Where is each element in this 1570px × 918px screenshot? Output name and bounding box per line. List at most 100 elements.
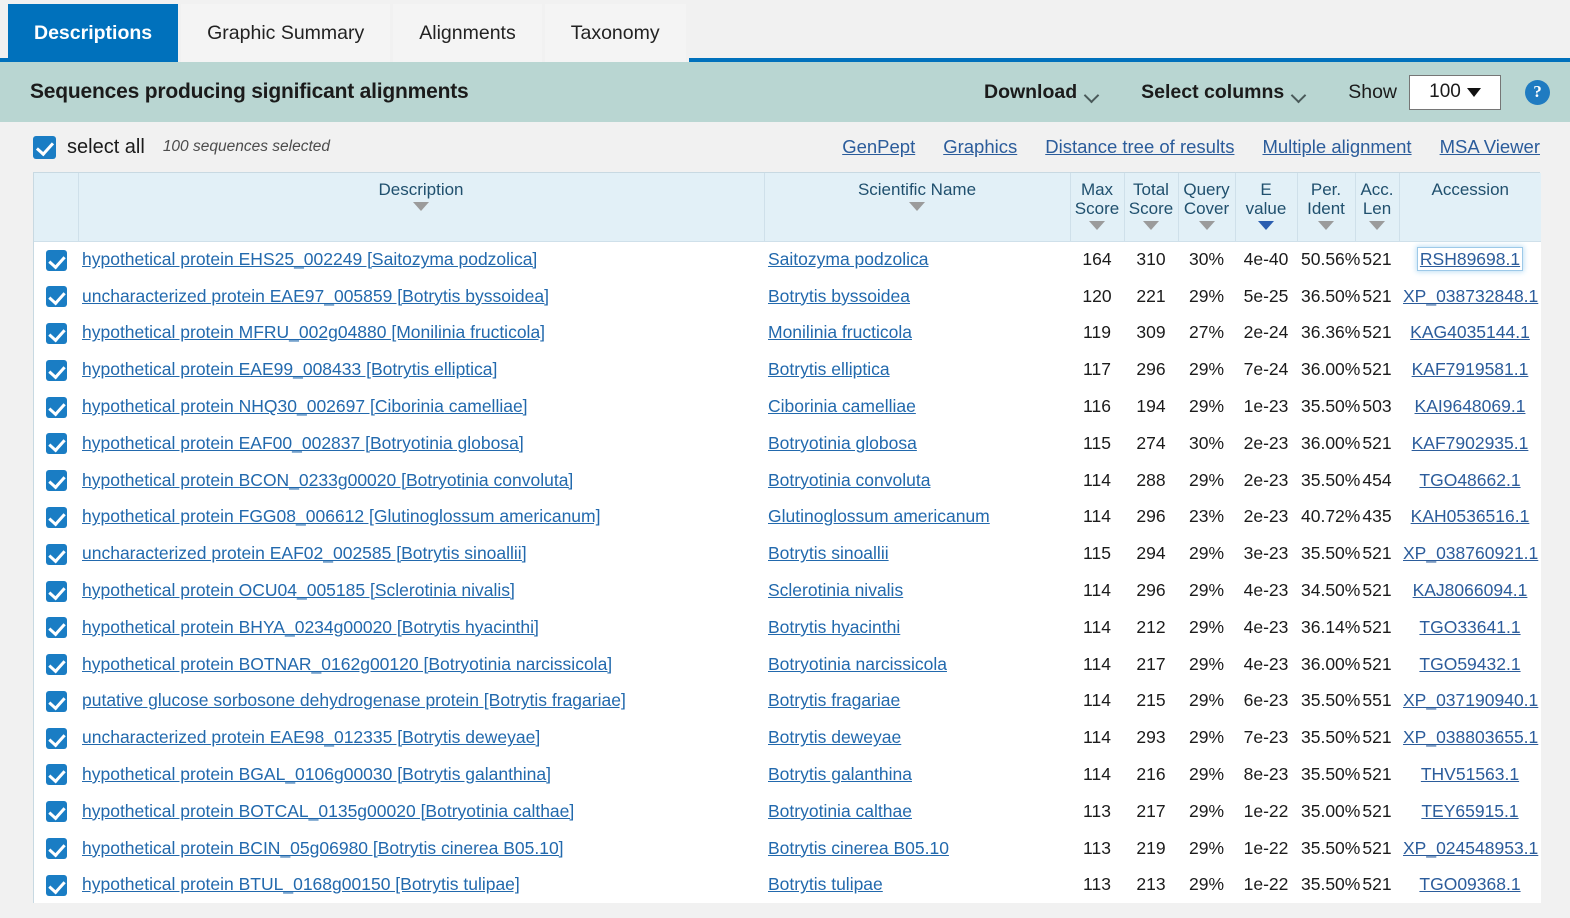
description-link[interactable]: hypothetical protein BTUL_0168g00150 [Bo… bbox=[82, 874, 520, 894]
row-checkbox[interactable] bbox=[45, 396, 67, 418]
scientific-name-link[interactable]: Botrytis sinoallii bbox=[768, 543, 889, 563]
accession-link[interactable]: XP_038803655.1 bbox=[1403, 727, 1538, 747]
scientific-name-link[interactable]: Botrytis tulipae bbox=[768, 874, 883, 894]
column-header-qc[interactable]: Query Cover bbox=[1178, 173, 1236, 242]
column-header-al[interactable]: Acc. Len bbox=[1355, 173, 1400, 242]
row-checkbox[interactable] bbox=[45, 322, 67, 344]
tab-taxonomy[interactable]: Taxonomy bbox=[544, 4, 689, 62]
accession-link[interactable]: RSH89698.1 bbox=[1416, 247, 1524, 272]
description-link[interactable]: hypothetical protein EAF00_002837 [Botry… bbox=[82, 433, 524, 453]
scientific-name-link[interactable]: Botryotinia convoluta bbox=[768, 470, 930, 490]
sort-descending-icon[interactable] bbox=[1143, 221, 1159, 231]
row-checkbox[interactable] bbox=[45, 764, 67, 786]
scientific-name-link[interactable]: Glutinoglossum americanum bbox=[768, 506, 990, 526]
scientific-name-link[interactable]: Botryotinia globosa bbox=[768, 433, 917, 453]
description-link[interactable]: hypothetical protein BGAL_0106g00030 [Bo… bbox=[82, 764, 551, 784]
tool-link-msa-viewer[interactable]: MSA Viewer bbox=[1440, 136, 1540, 158]
row-checkbox[interactable] bbox=[45, 286, 67, 308]
sort-descending-icon[interactable] bbox=[1258, 221, 1274, 231]
tool-link-multiple-alignment[interactable]: Multiple alignment bbox=[1262, 136, 1411, 158]
accession-link[interactable]: KAH0536516.1 bbox=[1411, 506, 1530, 526]
description-link[interactable]: hypothetical protein BCIN_05g06980 [Botr… bbox=[82, 838, 564, 858]
row-checkbox[interactable] bbox=[45, 543, 67, 565]
description-link[interactable]: hypothetical protein NHQ30_002697 [Cibor… bbox=[82, 396, 528, 416]
row-checkbox[interactable] bbox=[45, 838, 67, 860]
accession-link[interactable]: TGO33641.1 bbox=[1419, 617, 1520, 637]
description-link[interactable]: hypothetical protein OCU04_005185 [Scler… bbox=[82, 580, 515, 600]
description-link[interactable]: hypothetical protein EHS25_002249 [Saito… bbox=[82, 249, 537, 269]
accession-link[interactable]: TGO09368.1 bbox=[1419, 874, 1520, 894]
row-checkbox[interactable] bbox=[45, 617, 67, 639]
description-link[interactable]: putative glucose sorbosone dehydrogenase… bbox=[82, 690, 626, 710]
description-link[interactable]: hypothetical protein BCON_0233g00020 [Bo… bbox=[82, 470, 573, 490]
help-icon[interactable]: ? bbox=[1525, 79, 1550, 105]
tool-link-graphics[interactable]: Graphics bbox=[943, 136, 1017, 158]
column-header-tot[interactable]: Total Score bbox=[1124, 173, 1179, 242]
accession-link[interactable]: KAG4035144.1 bbox=[1410, 322, 1530, 342]
scientific-name-link[interactable]: Sclerotinia nivalis bbox=[768, 580, 903, 600]
accession-link[interactable]: TGO59432.1 bbox=[1419, 654, 1520, 674]
scientific-name-link[interactable]: Botrytis deweyae bbox=[768, 727, 901, 747]
accession-link[interactable]: XP_037190940.1 bbox=[1403, 690, 1538, 710]
column-header-pi[interactable]: Per. Ident bbox=[1297, 173, 1356, 242]
description-link[interactable]: hypothetical protein BOTCAL_0135g00020 [… bbox=[82, 801, 574, 821]
sort-descending-icon[interactable] bbox=[1089, 221, 1105, 231]
show-count-select[interactable]: 100 bbox=[1409, 74, 1501, 110]
scientific-name-link[interactable]: Botrytis hyacinthi bbox=[768, 617, 900, 637]
scientific-name-link[interactable]: Botrytis galanthina bbox=[768, 764, 912, 784]
row-checkbox[interactable] bbox=[45, 801, 67, 823]
column-header-max[interactable]: Max Score bbox=[1070, 173, 1125, 242]
scientific-name-link[interactable]: Monilinia fructicola bbox=[768, 322, 912, 342]
row-checkbox[interactable] bbox=[45, 690, 67, 712]
column-header-sci[interactable]: Scientific Name bbox=[764, 173, 1071, 242]
column-header-ev[interactable]: Evalue bbox=[1235, 173, 1298, 242]
sort-descending-icon[interactable] bbox=[909, 202, 925, 212]
accession-link[interactable]: THV51563.1 bbox=[1421, 764, 1519, 784]
row-checkbox[interactable] bbox=[45, 654, 67, 676]
row-checkbox[interactable] bbox=[45, 470, 67, 492]
row-checkbox[interactable] bbox=[45, 359, 67, 381]
row-checkbox[interactable] bbox=[45, 506, 67, 528]
sort-descending-icon[interactable] bbox=[413, 202, 429, 212]
description-link[interactable]: uncharacterized protein EAE97_005859 [Bo… bbox=[82, 286, 549, 306]
description-link[interactable]: uncharacterized protein EAF02_002585 [Bo… bbox=[82, 543, 527, 563]
accession-link[interactable]: XP_024548953.1 bbox=[1403, 838, 1538, 858]
download-menu[interactable]: Download bbox=[984, 81, 1099, 104]
sort-descending-icon[interactable] bbox=[1369, 221, 1385, 231]
row-checkbox[interactable] bbox=[45, 727, 67, 749]
description-link[interactable]: hypothetical protein MFRU_002g04880 [Mon… bbox=[82, 322, 545, 342]
description-link[interactable]: hypothetical protein BOTNAR_0162g00120 [… bbox=[82, 654, 612, 674]
select-all-checkbox[interactable] bbox=[33, 135, 56, 159]
tool-link-genpept[interactable]: GenPept bbox=[842, 136, 915, 158]
scientific-name-link[interactable]: Saitozyma podzolica bbox=[768, 249, 929, 269]
accession-link[interactable]: TEY65915.1 bbox=[1421, 801, 1518, 821]
scientific-name-link[interactable]: Botrytis cinerea B05.10 bbox=[768, 838, 949, 858]
scientific-name-link[interactable]: Botrytis fragariae bbox=[768, 690, 900, 710]
row-checkbox[interactable] bbox=[45, 874, 67, 896]
accession-link[interactable]: XP_038760921.1 bbox=[1403, 543, 1538, 563]
sort-descending-icon[interactable] bbox=[1198, 221, 1215, 231]
scientific-name-link[interactable]: Ciborinia camelliae bbox=[768, 396, 916, 416]
column-header-desc[interactable]: Description bbox=[78, 173, 765, 242]
scientific-name-link[interactable]: Botryotinia narcissicola bbox=[768, 654, 947, 674]
description-link[interactable]: hypothetical protein EAE99_008433 [Botry… bbox=[82, 359, 497, 379]
accession-link[interactable]: XP_038732848.1 bbox=[1403, 286, 1538, 306]
row-checkbox[interactable] bbox=[45, 433, 67, 455]
tab-graphic-summary[interactable]: Graphic Summary bbox=[181, 4, 394, 62]
select-columns-menu[interactable]: Select columns bbox=[1141, 81, 1306, 104]
row-checkbox[interactable] bbox=[45, 580, 67, 602]
accession-link[interactable]: KAF7902935.1 bbox=[1412, 433, 1529, 453]
sort-descending-icon[interactable] bbox=[1318, 221, 1334, 231]
tab-alignments[interactable]: Alignments bbox=[393, 4, 545, 62]
tab-descriptions[interactable]: Descriptions bbox=[8, 4, 182, 62]
accession-link[interactable]: KAJ8066094.1 bbox=[1413, 580, 1528, 600]
accession-link[interactable]: KAI9648069.1 bbox=[1415, 396, 1526, 416]
scientific-name-link[interactable]: Botrytis byssoidea bbox=[768, 286, 910, 306]
description-link[interactable]: uncharacterized protein EAE98_012335 [Bo… bbox=[82, 727, 540, 747]
tool-link-distance-tree-of-results[interactable]: Distance tree of results bbox=[1045, 136, 1234, 158]
description-link[interactable]: hypothetical protein FGG08_006612 [Gluti… bbox=[82, 506, 600, 526]
accession-link[interactable]: TGO48662.1 bbox=[1419, 470, 1520, 490]
description-link[interactable]: hypothetical protein BHYA_0234g00020 [Bo… bbox=[82, 617, 539, 637]
row-checkbox[interactable] bbox=[45, 249, 67, 271]
scientific-name-link[interactable]: Botryotinia calthae bbox=[768, 801, 912, 821]
